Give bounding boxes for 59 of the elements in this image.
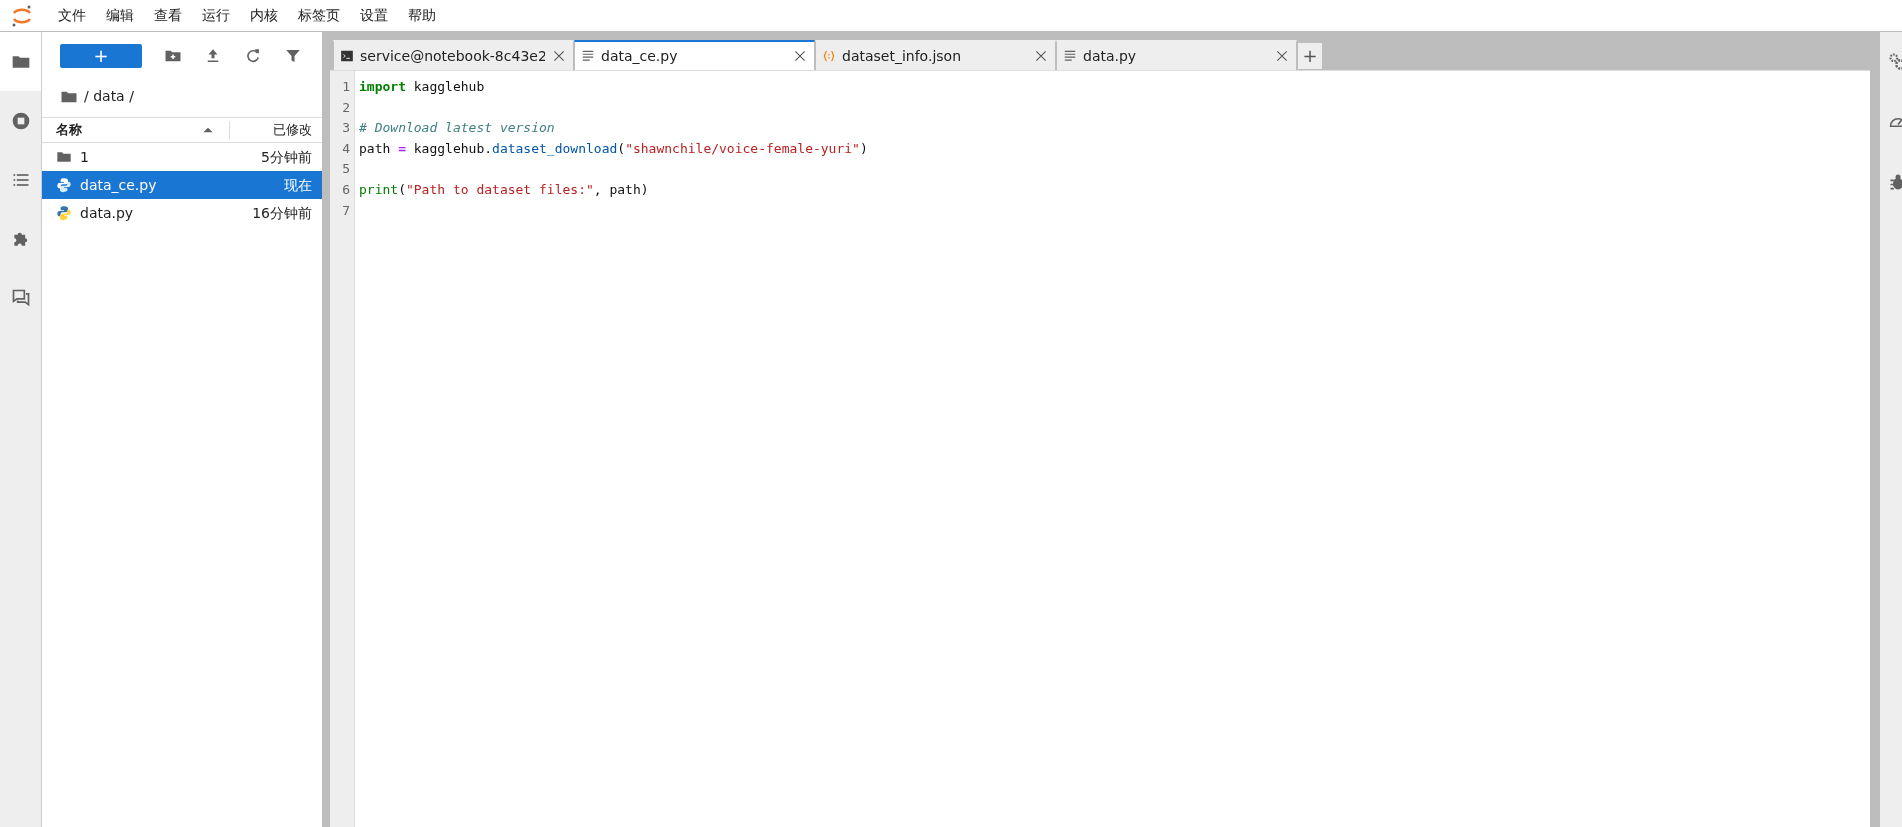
gears-icon[interactable] <box>1888 52 1902 72</box>
modified-time: 16分钟前 <box>252 203 312 223</box>
file-name: data_ce.py <box>80 175 157 195</box>
breadcrumb-path[interactable]: / data / <box>84 86 134 107</box>
json-file-icon <box>822 49 836 63</box>
text-file-icon <box>581 49 595 63</box>
menu-item[interactable]: 查看 <box>144 5 192 26</box>
line-number: 4 <box>341 139 350 158</box>
close-icon[interactable] <box>551 48 567 64</box>
file-row[interactable]: data.py 16分钟前 <box>42 199 322 227</box>
file-row[interactable]: data_ce.py 现在 <box>42 171 322 199</box>
python-icon <box>56 177 72 193</box>
close-icon[interactable] <box>1033 48 1049 64</box>
file-row[interactable]: 1 5分钟前 <box>42 143 322 171</box>
menu-item[interactable]: 运行 <box>192 5 240 26</box>
code-line: import kagglehub <box>359 78 486 96</box>
menu-item[interactable]: 帮助 <box>398 5 446 26</box>
line-number: 7 <box>341 201 350 220</box>
code-line: path = kagglehub.dataset_download("shawnchile/voice-female-yuri") <box>359 139 868 158</box>
add-tab-button[interactable]: + <box>1297 42 1323 70</box>
line-number: 3 <box>341 119 350 138</box>
tab-label: service@notebook-8c43e2 <box>360 46 545 66</box>
terminal-icon <box>340 49 354 63</box>
menu-item[interactable]: 文件 <box>48 5 96 26</box>
refresh-icon[interactable] <box>244 47 262 65</box>
folder-icon <box>56 149 72 165</box>
line-number: 5 <box>341 160 350 179</box>
editor-tab[interactable]: data_ce.py <box>574 40 815 70</box>
stop-icon[interactable] <box>10 110 31 131</box>
column-header[interactable]: 名称 <box>56 120 82 140</box>
code-line: print("Path to dataset files:", path) <box>359 180 650 199</box>
menu-item[interactable]: 内核 <box>240 5 288 26</box>
tab-label: data_ce.py <box>601 46 679 66</box>
menu-item[interactable]: 设置 <box>350 5 398 26</box>
logo-icon <box>10 3 34 28</box>
menu-item[interactable]: 编辑 <box>96 5 144 26</box>
editor-tab[interactable]: service@notebook-8c43e2 <box>333 40 574 70</box>
column-header[interactable]: 已修改 <box>230 120 322 140</box>
close-icon[interactable] <box>792 48 808 64</box>
modified-time: 5分钟前 <box>261 147 312 167</box>
editor-tab[interactable]: dataset_info.json <box>815 40 1056 70</box>
file-name: 1 <box>80 147 89 167</box>
text-file-icon <box>1063 49 1077 63</box>
bug-icon[interactable] <box>1888 172 1902 192</box>
filter-icon[interactable] <box>284 47 302 65</box>
tab-label: data.py <box>1083 46 1138 66</box>
line-number: 2 <box>341 98 350 117</box>
code-line: # Download latest version <box>359 119 556 138</box>
chat-icon[interactable] <box>10 287 31 308</box>
file-name: data.py <box>80 203 134 223</box>
modified-time: 现在 <box>284 175 312 195</box>
close-icon[interactable] <box>1274 48 1290 64</box>
editor-tab[interactable]: data.py <box>1056 40 1297 70</box>
menu-item[interactable]: 标签页 <box>288 5 350 26</box>
tab-label: dataset_info.json <box>842 46 962 66</box>
new-launcher-button[interactable]: + <box>60 44 142 68</box>
line-number: 6 <box>341 180 350 199</box>
line-number: 1 <box>341 78 350 96</box>
python-icon <box>56 205 72 221</box>
